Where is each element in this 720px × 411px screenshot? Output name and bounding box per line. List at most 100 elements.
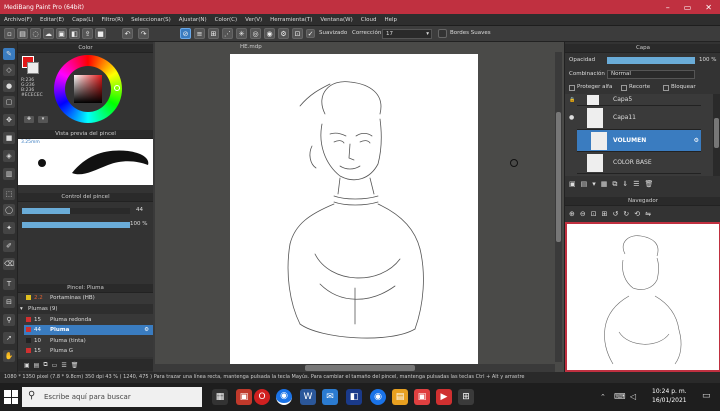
windows-start-icon[interactable] xyxy=(4,390,18,404)
layer-scrollbar[interactable] xyxy=(713,94,720,176)
browser-icon[interactable]: ◉ xyxy=(370,389,386,405)
app-icon[interactable]: ▣ xyxy=(236,389,252,405)
menu-archivo[interactable]: Archivo(F) xyxy=(4,17,32,23)
hue-wheel[interactable] xyxy=(54,55,122,123)
zoom-in-icon[interactable]: ⊕ xyxy=(569,210,575,218)
list-item[interactable]: 10 Pluma (tinta) xyxy=(26,336,150,346)
flip-icon[interactable]: ⇋ xyxy=(645,210,651,218)
blend-select[interactable]: Normal xyxy=(607,70,695,79)
list-item[interactable]: 15 Pluma redonda xyxy=(26,315,150,325)
layer-dropdown-icon[interactable]: ▾ xyxy=(592,180,596,188)
menu-seleccionar[interactable]: Seleccionar(S) xyxy=(131,17,171,23)
menu-ventana[interactable]: Ventana(W) xyxy=(320,17,352,23)
layer-row-selected[interactable]: VOLUMEN ⚙ xyxy=(577,130,701,152)
undo-icon[interactable]: ↶ xyxy=(122,28,133,39)
layer-folder-icon[interactable]: ▦ xyxy=(601,180,608,188)
protect-alpha-checkbox[interactable] xyxy=(569,85,575,91)
layer-opacity-slider[interactable] xyxy=(607,57,695,64)
background-color-swatch[interactable] xyxy=(27,62,39,74)
smooth-checkbox[interactable]: ✓ xyxy=(306,29,315,38)
eraser-tool-icon[interactable]: ◇ xyxy=(3,64,15,76)
tray-chevron-icon[interactable]: ⌃ xyxy=(600,393,606,401)
navigator-preview[interactable] xyxy=(565,222,720,372)
new-file-icon[interactable]: ▫ xyxy=(4,28,15,39)
horizontal-scrollbar[interactable] xyxy=(155,364,555,372)
snap-cross-icon[interactable]: ⊞ xyxy=(208,28,219,39)
lasso-tool-icon[interactable]: ◯ xyxy=(3,204,15,216)
menu-capa[interactable]: Capa(L) xyxy=(72,17,93,23)
close-icon[interactable]: ✕ xyxy=(705,3,712,12)
notifications-icon[interactable]: ▭ xyxy=(702,391,711,401)
layer-menu-icon[interactable]: ☰ xyxy=(633,180,639,188)
eyedropper-tool-icon[interactable]: ⚲ xyxy=(3,314,15,326)
move-tool-icon[interactable]: ✥ xyxy=(3,114,15,126)
merge-layer-icon[interactable]: ⇓ xyxy=(622,180,628,188)
menu-help[interactable]: Help xyxy=(384,17,397,23)
zoom-actual-icon[interactable]: ⊞ xyxy=(602,210,608,218)
zoom-out-icon[interactable]: ⊖ xyxy=(580,210,586,218)
text-tool-icon[interactable]: T xyxy=(3,278,15,290)
menu-cloud[interactable]: Cloud xyxy=(361,17,377,23)
brush-menu-icon[interactable]: ☰ xyxy=(61,362,66,369)
maximize-icon[interactable]: ▭ xyxy=(684,3,692,12)
bucket-tool-icon[interactable]: ◈ xyxy=(3,150,15,162)
menu-ajustar[interactable]: Ajustar(N) xyxy=(179,17,207,23)
opera-icon[interactable]: O xyxy=(254,389,270,405)
gear-icon[interactable]: ⚙ xyxy=(144,325,149,335)
snap-radial-icon[interactable]: ✳ xyxy=(236,28,247,39)
snap-off-icon[interactable]: ⊘ xyxy=(180,28,191,39)
network-icon[interactable]: ⌨ xyxy=(614,392,626,401)
gradient-tool-icon[interactable]: ▥ xyxy=(3,168,15,180)
operation-tool-icon[interactable]: ➚ xyxy=(3,332,15,344)
mail-icon[interactable]: ✉ xyxy=(322,389,338,405)
vertical-scrollbar[interactable] xyxy=(555,52,562,362)
save-icon[interactable]: ▣ xyxy=(56,28,67,39)
snap-curve-icon[interactable]: ◉ xyxy=(264,28,275,39)
task-view-icon[interactable]: ▦ xyxy=(212,389,228,405)
hue-cursor-icon[interactable] xyxy=(114,85,120,91)
chrome-icon[interactable]: ◉ xyxy=(276,389,292,405)
media-icon[interactable]: ▶ xyxy=(436,389,452,405)
stop-icon[interactable]: ■ xyxy=(95,28,106,39)
layer-row[interactable]: ● Capa11 xyxy=(569,106,701,130)
list-item[interactable]: 15 Pluma G xyxy=(26,346,150,356)
lock-checkbox[interactable] xyxy=(663,85,669,91)
export-icon[interactable]: ⇪ xyxy=(82,28,93,39)
brush-delete-icon[interactable]: 🗑 xyxy=(71,362,79,369)
file-explorer-icon[interactable]: ▤ xyxy=(392,389,408,405)
add-brush-icon[interactable]: ▣ xyxy=(24,362,30,369)
document-tab[interactable]: HE.mdp xyxy=(240,43,300,52)
snap-circle-icon[interactable]: ◎ xyxy=(250,28,261,39)
brush-group-header[interactable]: ▾ Plumas (9) xyxy=(18,304,153,314)
minimize-icon[interactable]: – xyxy=(666,3,670,12)
menu-color[interactable]: Color(C) xyxy=(215,17,238,23)
select-pen-icon[interactable]: ✐ xyxy=(3,240,15,252)
cloud-icon[interactable]: ☁ xyxy=(43,28,54,39)
color-menu-icon[interactable]: ▾ xyxy=(38,116,48,123)
saturation-square[interactable] xyxy=(74,75,102,103)
rotate-left-icon[interactable]: ↺ xyxy=(613,210,619,218)
clock[interactable]: 10:24 p. m. 16/01/2021 xyxy=(652,387,687,405)
menu-filtro[interactable]: Filtro(R) xyxy=(102,17,124,23)
dot-tool-icon[interactable]: ● xyxy=(3,80,15,92)
store-icon[interactable]: ⊞ xyxy=(458,389,474,405)
brush-size-slider[interactable] xyxy=(22,208,130,214)
new-layer-icon[interactable]: ▣ xyxy=(569,180,576,188)
redo-icon[interactable]: ↷ xyxy=(138,28,149,39)
snap-settings-icon[interactable]: ⚙ xyxy=(278,28,289,39)
layer-row[interactable]: COLOR BASE xyxy=(577,152,701,174)
menu-ver[interactable]: Ver(V) xyxy=(245,17,262,23)
marquee-tool-icon[interactable]: ⬚ xyxy=(3,188,15,200)
photoshop-icon[interactable]: ◧ xyxy=(346,389,362,405)
list-item-selected[interactable]: 44 Pluma ⚙ xyxy=(24,325,153,335)
layers-icon[interactable]: ◧ xyxy=(69,28,80,39)
correction-select[interactable]: 17 ▾ xyxy=(382,29,432,39)
soft-edges-checkbox[interactable] xyxy=(438,29,447,38)
gear-icon[interactable]: ⚙ xyxy=(694,130,699,152)
brush-open-icon[interactable]: ▭ xyxy=(52,362,58,369)
select-tool-icon[interactable]: ▢ xyxy=(3,96,15,108)
clip-checkbox[interactable] xyxy=(621,85,627,91)
zoom-fit-icon[interactable]: ⊡ xyxy=(591,210,597,218)
taskbar-search[interactable]: ⚲ Escribe aquí para buscar xyxy=(22,387,202,407)
menu-herramienta[interactable]: Herramienta(T) xyxy=(270,17,312,23)
